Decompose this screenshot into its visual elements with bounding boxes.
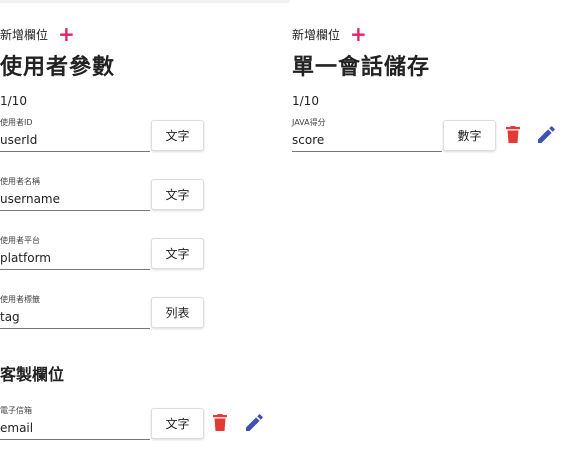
field-name-input[interactable] <box>0 188 150 211</box>
pencil-icon[interactable] <box>536 123 556 145</box>
field-name-input[interactable] <box>0 306 150 329</box>
custom-section-title: 客製欄位 <box>0 365 65 384</box>
field-label: JAVA得分 <box>292 118 326 127</box>
add-field-row[interactable]: 新增欄位 + <box>292 24 367 44</box>
top-divider <box>0 0 290 3</box>
field-count: 1/10 <box>292 94 319 108</box>
field-label: 電子信箱 <box>0 406 32 415</box>
field-name-input[interactable] <box>0 247 150 270</box>
type-button[interactable]: 文字 <box>151 408 204 439</box>
pencil-icon[interactable] <box>244 411 264 433</box>
add-field-label: 新增欄位 <box>0 27 49 42</box>
field-label: 使用者名稱 <box>0 177 40 186</box>
section-title: 單一會話儲存 <box>292 55 431 80</box>
field-count: 1/10 <box>0 94 27 108</box>
add-field-row[interactable]: 新增欄位 + <box>0 24 75 44</box>
field-name-input[interactable] <box>292 129 442 152</box>
field-label: 使用者平台 <box>0 236 40 245</box>
trash-icon[interactable] <box>503 123 523 145</box>
type-button[interactable]: 文字 <box>151 179 204 210</box>
type-button[interactable]: 數字 <box>443 120 496 151</box>
field-name-input[interactable] <box>0 129 150 152</box>
add-field-label: 新增欄位 <box>292 27 341 42</box>
type-button[interactable]: 文字 <box>151 238 204 269</box>
type-button[interactable]: 列表 <box>151 297 204 328</box>
field-label: 使用者ID <box>0 118 33 127</box>
page-title: 使用者參數 <box>0 55 116 80</box>
type-button[interactable]: 文字 <box>151 120 204 151</box>
trash-icon[interactable] <box>210 411 230 433</box>
plus-icon[interactable]: + <box>58 24 75 44</box>
plus-icon[interactable]: + <box>350 24 367 44</box>
field-label: 使用者標籤 <box>0 295 40 304</box>
field-name-input[interactable] <box>0 417 150 440</box>
